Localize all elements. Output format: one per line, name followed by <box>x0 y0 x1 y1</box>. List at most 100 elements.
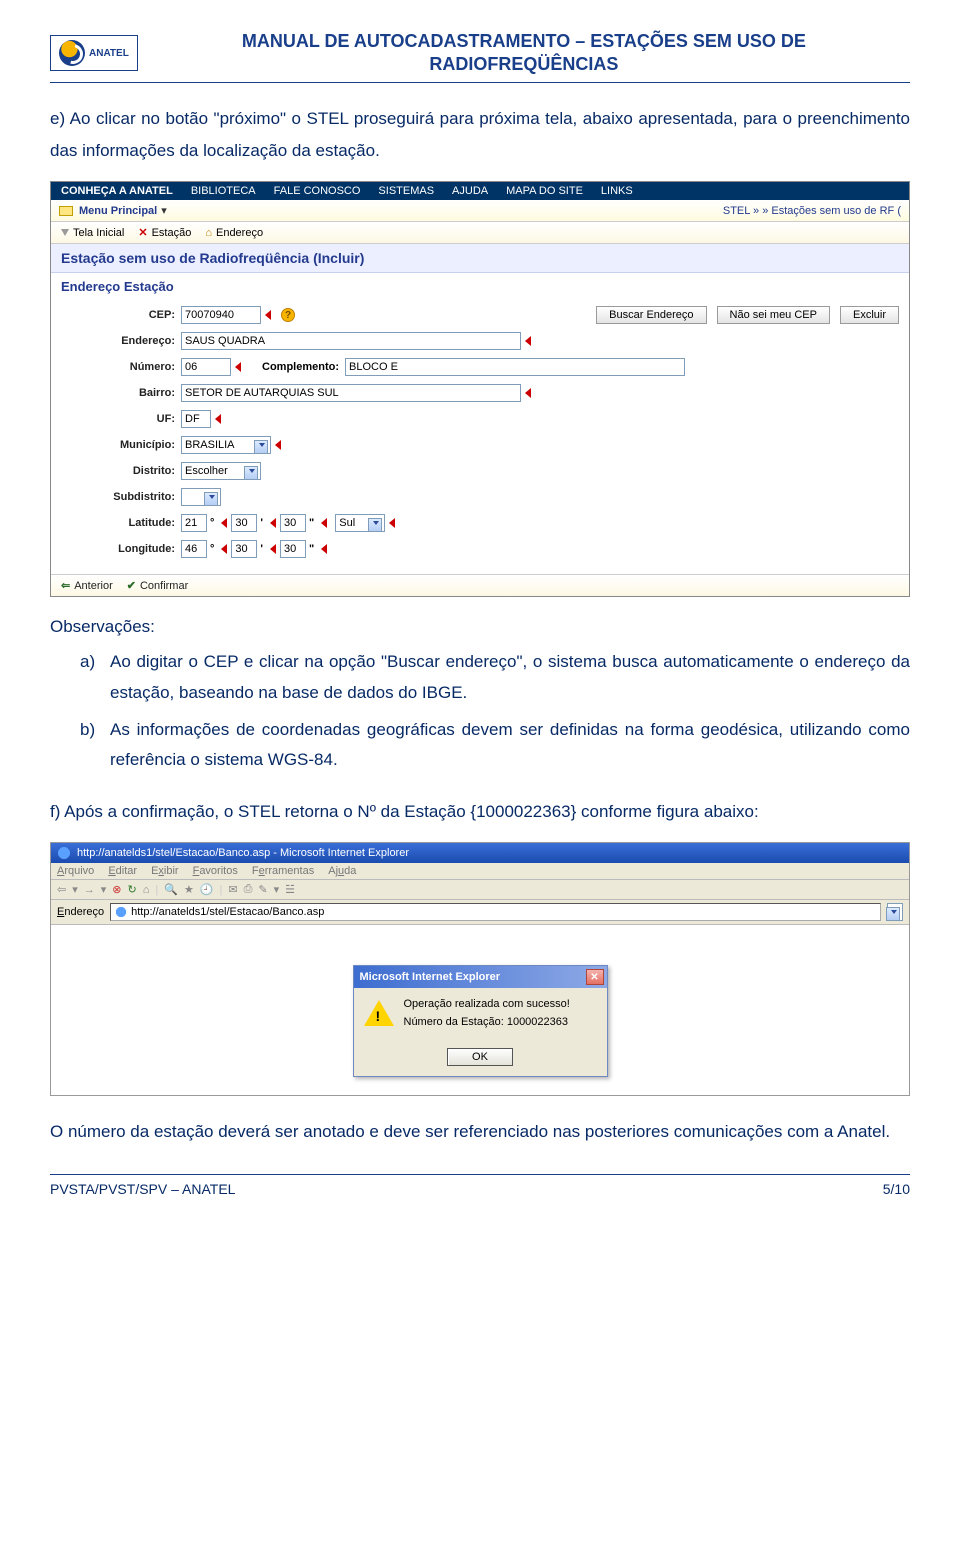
municipio-select[interactable]: BRASILIA <box>181 436 271 454</box>
print-icon[interactable]: ⎙ <box>244 883 253 896</box>
url-input[interactable]: http://anatelds1/stel/Estacao/Banco.asp <box>110 903 881 921</box>
dialog-titlebar: Microsoft Internet Explorer ✕ <box>354 966 607 988</box>
confirmar-label: Confirmar <box>140 580 188 592</box>
required-marker-icon <box>221 518 227 528</box>
dialog-footer: OK <box>354 1044 607 1076</box>
lat-hemi-value: Sul <box>339 517 355 529</box>
deg-symbol: ° <box>207 517 217 529</box>
distrito-label: Distrito: <box>61 465 181 477</box>
subdistrito-select[interactable] <box>181 488 221 506</box>
observacoes-heading: Observações: <box>50 617 910 637</box>
menu-ajuda[interactable]: Ajuda <box>328 865 356 877</box>
menu-exibir[interactable]: Exibir <box>151 865 179 877</box>
required-marker-icon <box>270 518 276 528</box>
chevron-down-icon <box>373 521 379 525</box>
forward-icon[interactable]: ▾ <box>72 883 78 896</box>
obs-b-text: As informações de coordenadas geográfica… <box>110 715 910 776</box>
ie-icon <box>57 846 71 860</box>
refresh-icon[interactable]: ↻ <box>128 883 137 896</box>
close-button[interactable]: ✕ <box>586 969 604 985</box>
check-icon: ✔ <box>127 579 136 592</box>
dialog-title-text: Microsoft Internet Explorer <box>360 971 501 983</box>
anterior-button[interactable]: ⇐ Anterior <box>61 579 113 592</box>
edit-icon[interactable]: ✎ <box>258 883 267 896</box>
menu-favoritos[interactable]: Favoritos <box>193 865 238 877</box>
document-title: MANUAL DE AUTOCADASTRAMENTO – ESTAÇÕES S… <box>138 30 910 77</box>
lat-min-input[interactable] <box>231 514 257 532</box>
menu-bar: Menu Principal ▾ STEL » » Estações sem u… <box>51 200 909 222</box>
nav-fale[interactable]: FALE CONOSCO <box>274 185 361 197</box>
lat-deg-input[interactable] <box>181 514 207 532</box>
uf-input[interactable] <box>181 410 211 428</box>
chevron-down-icon <box>891 910 897 914</box>
paragraph-end: O número da estação deverá ser anotado e… <box>50 1116 910 1148</box>
history-icon[interactable]: 🕘 <box>200 883 214 896</box>
nav-sistemas[interactable]: SISTEMAS <box>378 185 434 197</box>
stop-icon[interactable]: ⊗ <box>112 883 121 896</box>
deg-symbol: ° <box>207 543 217 555</box>
mail-icon[interactable]: ✉ <box>228 883 237 896</box>
required-marker-icon <box>235 362 241 372</box>
anterior-label: Anterior <box>74 580 113 592</box>
nav-links[interactable]: LINKS <box>601 185 633 197</box>
address-label: Endereço <box>57 906 104 918</box>
bairro-label: Bairro: <box>61 387 181 399</box>
menu-editar[interactable]: Editar <box>108 865 137 877</box>
stel-form-screenshot: CONHEÇA A ANATEL BIBLIOTECA FALE CONOSCO… <box>50 181 910 597</box>
buscar-endereco-button[interactable]: Buscar Endereço <box>596 306 706 324</box>
forward-arrow-icon[interactable]: → <box>84 884 95 896</box>
menu-arquivo[interactable]: AArquivorquivo <box>57 865 94 877</box>
distrito-select[interactable]: Escolher <box>181 462 261 480</box>
home-icon[interactable]: ⌂ <box>143 884 150 896</box>
tela-inicial-button[interactable]: Tela Inicial <box>61 227 124 239</box>
bairro-input[interactable] <box>181 384 521 402</box>
lat-hemi-select[interactable]: Sul <box>335 514 385 532</box>
uf-label: UF: <box>61 413 181 425</box>
nav-ajuda[interactable]: AJUDA <box>452 185 488 197</box>
search-icon[interactable]: 🔍 <box>164 883 178 896</box>
dropdown-caret-icon: ▾ <box>161 204 167 217</box>
complemento-label: Complemento: <box>245 361 345 373</box>
estacao-label: Estação <box>152 227 192 239</box>
separator: ▾ <box>274 883 280 896</box>
complemento-input[interactable] <box>345 358 685 376</box>
lon-sec-input[interactable] <box>280 540 306 558</box>
nao-sei-cep-button[interactable]: Não sei meu CEP <box>717 306 830 324</box>
nav-biblioteca[interactable]: BIBLIOTECA <box>191 185 256 197</box>
nav-conheca[interactable]: CONHEÇA A ANATEL <box>61 185 173 197</box>
confirmar-button[interactable]: ✔ Confirmar <box>127 579 189 592</box>
excluir-button[interactable]: Excluir <box>840 306 899 324</box>
home-icon: ⌂ <box>205 227 212 239</box>
estacao-button[interactable]: ✕ Estação <box>138 226 191 239</box>
numero-input[interactable] <box>181 358 231 376</box>
arrow-left-icon: ⇐ <box>61 579 70 592</box>
anatel-logo-text: ANATEL <box>89 48 129 59</box>
anatel-logo: ANATEL <box>50 35 138 71</box>
footer-left: PVSTA/PVST/SPV – ANATEL <box>50 1181 235 1197</box>
menu-principal[interactable]: Menu Principal <box>79 205 157 217</box>
lat-sec-input[interactable] <box>280 514 306 532</box>
endereco-input[interactable] <box>181 332 521 350</box>
dialog-text: Operação realizada com sucesso! Número d… <box>404 998 570 1034</box>
ok-button[interactable]: OK <box>447 1048 513 1066</box>
warning-icon <box>364 1000 394 1026</box>
help-icon[interactable]: ? <box>281 308 295 322</box>
discuss-icon[interactable]: ☱ <box>285 883 295 896</box>
url-dropdown[interactable] <box>887 903 903 921</box>
favorites-icon[interactable]: ★ <box>184 883 194 896</box>
required-marker-icon <box>525 336 531 346</box>
dialog-body: Operação realizada com sucesso! Número d… <box>354 988 607 1044</box>
endereco-button[interactable]: ⌂ Endereço <box>205 227 263 239</box>
endereco-label: Endereço <box>216 227 263 239</box>
menu-ferramentas[interactable]: Ferramentas <box>252 865 314 877</box>
ie-toolbar: ⇦ ▾ → ▾ ⊗ ↻ ⌂ | 🔍 ★ 🕘 | ✉ ⎙ ✎ ▾ ☱ <box>51 880 909 900</box>
required-marker-icon <box>275 440 281 450</box>
back-icon[interactable]: ⇦ <box>57 883 66 896</box>
dialog-line-1: Operação realizada com sucesso! <box>404 998 570 1010</box>
lon-deg-input[interactable] <box>181 540 207 558</box>
sec-symbol: " <box>306 517 317 529</box>
nav-mapa[interactable]: MAPA DO SITE <box>506 185 583 197</box>
lon-min-input[interactable] <box>231 540 257 558</box>
ie-menu-bar: AArquivorquivo Editar Exibir Favoritos F… <box>51 863 909 880</box>
cep-input[interactable] <box>181 306 261 324</box>
